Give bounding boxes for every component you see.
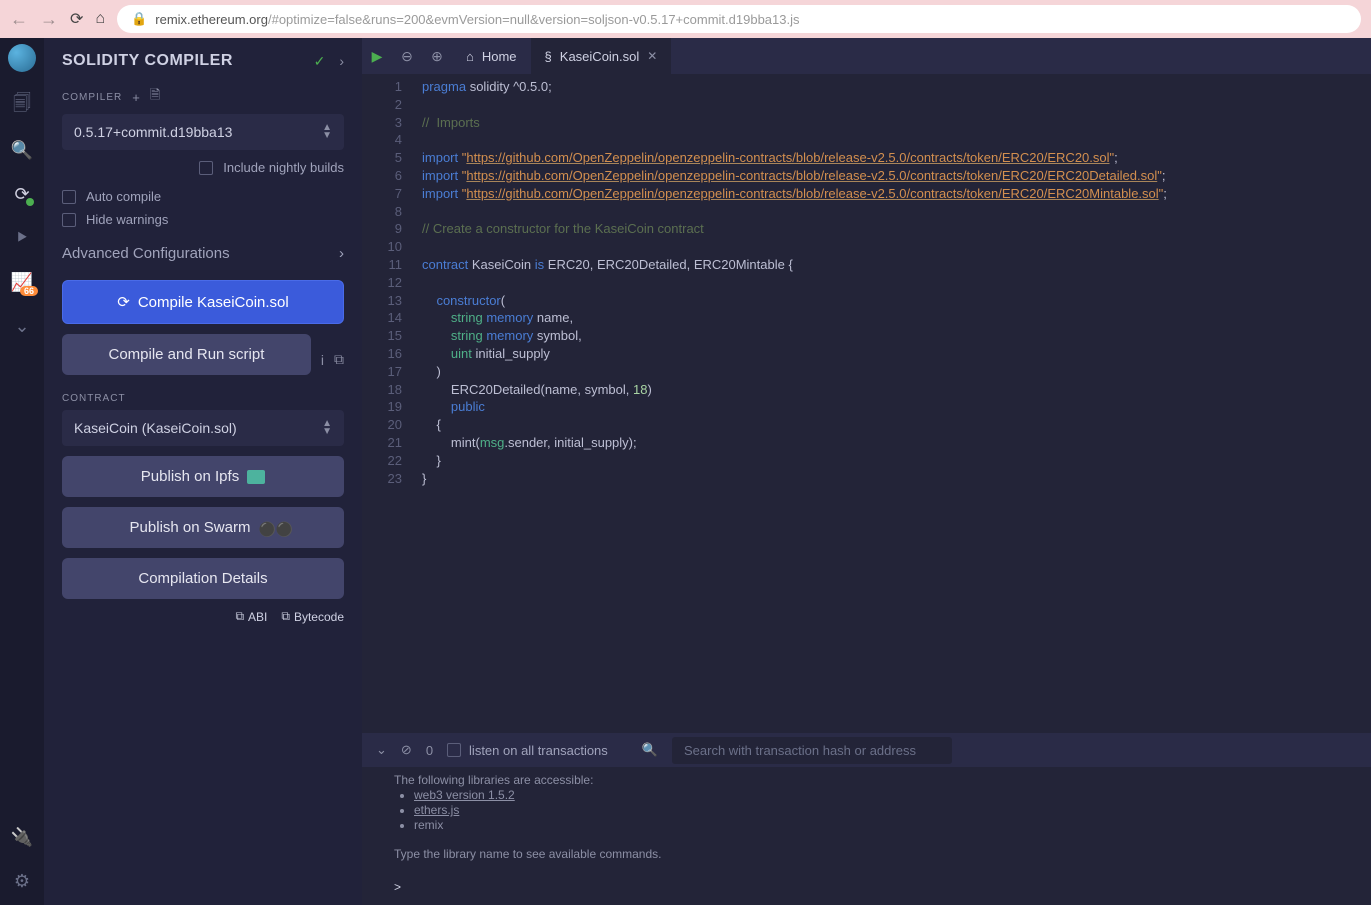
copy-bytecode[interactable]: ⧉ Bytecode bbox=[281, 609, 344, 624]
console-lib-item: ethers.js bbox=[414, 803, 1339, 818]
publish-swarm-button[interactable]: Publish on Swarm ⚫⚫ bbox=[62, 507, 344, 548]
close-tab-icon[interactable]: ✕ bbox=[647, 49, 657, 63]
terminal-output[interactable]: The following libraries are accessible: … bbox=[362, 767, 1371, 905]
code-body[interactable]: pragma solidity ^0.5.0; // Imports impor… bbox=[412, 74, 1167, 733]
hidewarnings-checkbox[interactable]: Hide warnings bbox=[62, 212, 344, 227]
info-icon[interactable]: i bbox=[321, 352, 324, 368]
refresh-icon: ⟳ bbox=[117, 293, 130, 311]
console-lib-item: remix bbox=[414, 818, 1339, 833]
chevrons-down-icon[interactable]: ⌄ bbox=[12, 316, 32, 336]
search-icon[interactable]: 🔍 bbox=[12, 140, 32, 160]
url-bar[interactable]: 🔒 remix.ethereum.org/#optimize=false&run… bbox=[117, 5, 1361, 33]
compiler-label: COMPILER bbox=[62, 92, 122, 103]
ipfs-icon bbox=[247, 470, 265, 484]
url-path: /#optimize=false&runs=200&evmVersion=nul… bbox=[268, 12, 800, 27]
zoom-in-icon[interactable]: ⊕ bbox=[422, 48, 452, 65]
editor-area: ▶ ⊖ ⊕ ⌂ Home § KaseiCoin.sol ✕ 123456789… bbox=[362, 38, 1371, 905]
code-editor[interactable]: 1234567891011121314151617181920212223 pr… bbox=[362, 74, 1371, 733]
terminal-bar: ⌄ ⊘ 0 listen on all transactions 🔍 Searc… bbox=[362, 733, 1371, 767]
chevron-down-icon[interactable]: ⌄ bbox=[376, 742, 387, 758]
console-lib-item: web3 version 1.5.2 bbox=[414, 788, 1339, 803]
console-line: Type the library name to see available c… bbox=[394, 847, 1339, 862]
contract-label: CONTRACT bbox=[62, 393, 344, 404]
caret-icon: ▲▼ bbox=[322, 420, 332, 436]
search-icon[interactable]: 🔍 bbox=[642, 742, 658, 758]
contract-select[interactable]: KaseiCoin (KaseiCoin.sol) ▲▼ bbox=[62, 410, 344, 446]
check-icon: ✓ bbox=[314, 53, 326, 70]
listen-checkbox[interactable]: listen on all transactions bbox=[447, 743, 608, 758]
tab-file[interactable]: § KaseiCoin.sol ✕ bbox=[531, 38, 672, 74]
tx-search-input[interactable]: Search with transaction hash or address bbox=[672, 737, 952, 764]
plus-icon[interactable]: + bbox=[132, 90, 140, 105]
compiler-icon[interactable]: ⟳ bbox=[12, 184, 32, 204]
compiler-panel: SOLIDITY COMPILER ✓ › COMPILER + 🗎 0.5.1… bbox=[44, 38, 362, 905]
advanced-toggle[interactable]: Advanced Configurations › bbox=[62, 245, 344, 262]
editor-toolbar: ▶ ⊖ ⊕ ⌂ Home § KaseiCoin.sol ✕ bbox=[362, 38, 1371, 74]
copy-abi[interactable]: ⧉ ABI bbox=[235, 609, 267, 624]
nightly-checkbox[interactable]: Include nightly builds bbox=[62, 160, 344, 175]
zoom-out-icon[interactable]: ⊖ bbox=[392, 48, 422, 65]
url-host: remix.ethereum.org bbox=[155, 12, 268, 27]
browser-toolbar: ← → ⟳ ⌂ 🔒 remix.ethereum.org/#optimize=f… bbox=[0, 0, 1371, 38]
pending-count: 0 bbox=[426, 743, 433, 758]
tab-home[interactable]: ⌂ Home bbox=[452, 38, 531, 74]
compile-and-run-button[interactable]: Compile and Run script bbox=[62, 334, 311, 375]
file-icon[interactable]: 🗎 bbox=[150, 86, 160, 108]
file-explorer-icon[interactable]: 🗐 bbox=[12, 96, 32, 116]
publish-ipfs-button[interactable]: Publish on Ipfs bbox=[62, 456, 344, 497]
home-icon[interactable]: ⌂ bbox=[95, 10, 105, 28]
lock-icon: 🔒 bbox=[131, 11, 147, 27]
solidity-icon: § bbox=[545, 49, 552, 64]
chevron-right-icon: › bbox=[339, 245, 344, 262]
back-icon[interactable]: ← bbox=[10, 9, 28, 30]
run-icon[interactable]: ▶ bbox=[362, 48, 392, 65]
compiler-select[interactable]: 0.5.17+commit.d19bba13 ▲▼ bbox=[62, 114, 344, 150]
reload-icon[interactable]: ⟳ bbox=[70, 9, 83, 29]
chevron-right-icon[interactable]: › bbox=[339, 53, 344, 70]
swarm-icon: ⚫⚫ bbox=[258, 521, 276, 535]
compilation-details-button[interactable]: Compilation Details bbox=[62, 558, 344, 599]
icon-rail: 🗐 🔍 ⟳ ⯈ 📈66 ⌄ 🔌 ⚙ bbox=[0, 38, 44, 905]
terminal-prompt[interactable]: > bbox=[394, 880, 1339, 895]
panel-title: SOLIDITY COMPILER bbox=[62, 52, 233, 70]
copy-icon[interactable]: ⧉ bbox=[334, 351, 344, 368]
ban-icon[interactable]: ⊘ bbox=[401, 742, 412, 758]
forward-icon[interactable]: → bbox=[40, 9, 58, 30]
settings-icon[interactable]: ⚙ bbox=[12, 871, 32, 891]
debugger-icon[interactable]: 📈66 bbox=[12, 272, 32, 292]
caret-icon: ▲▼ bbox=[322, 124, 332, 140]
compile-button[interactable]: ⟳ Compile KaseiCoin.sol bbox=[62, 280, 344, 324]
compiler-version: 0.5.17+commit.d19bba13 bbox=[74, 124, 232, 140]
deploy-icon[interactable]: ⯈ bbox=[12, 228, 32, 248]
plugin-icon[interactable]: 🔌 bbox=[12, 827, 32, 847]
remix-logo-icon[interactable] bbox=[8, 44, 36, 72]
autocompile-checkbox[interactable]: Auto compile bbox=[62, 189, 344, 204]
contract-selected: KaseiCoin (KaseiCoin.sol) bbox=[74, 420, 237, 436]
house-icon: ⌂ bbox=[466, 49, 474, 64]
line-gutter: 1234567891011121314151617181920212223 bbox=[362, 74, 412, 733]
console-line: The following libraries are accessible: bbox=[394, 773, 1339, 788]
